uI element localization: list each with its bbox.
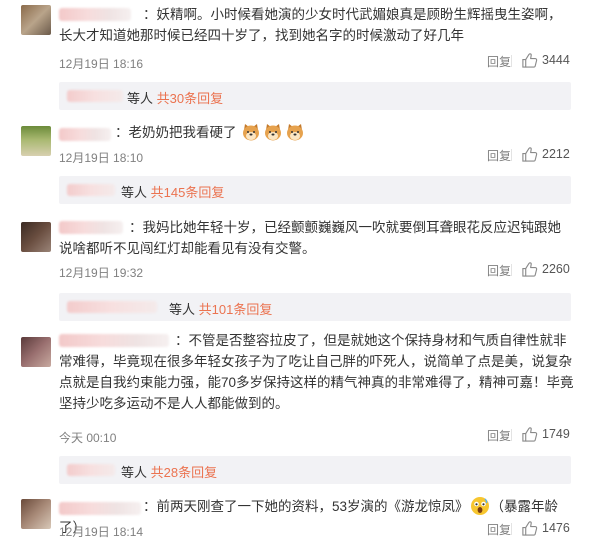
reply-button[interactable]: 回复 <box>487 262 511 279</box>
avatar[interactable] <box>21 5 51 35</box>
comment-text: ：不管是否整容拉皮了，但是就她这个保持身材和气质自律性就非常难得，毕竟现在很多年… <box>59 333 574 411</box>
more-replies-text: 等人 共101条回复 <box>169 302 273 317</box>
thumbs-up-icon <box>521 520 538 537</box>
more-replies-link[interactable]: 共145条回复 <box>151 185 225 200</box>
more-replies-text: 等人 共28条回复 <box>121 465 218 480</box>
like-count: 1749 <box>542 427 570 441</box>
comment-text: ：我妈比她年轻十岁，已经颤颤巍巍风一吹就要倒耳聋眼花反应迟钝跟她说啥都听不见闯红… <box>59 220 561 256</box>
doge-emoji-icon <box>241 122 261 142</box>
comment-actions: 回复 2260 <box>0 260 592 280</box>
reply-button[interactable]: 回复 <box>487 521 511 538</box>
replier-blurred <box>67 90 123 102</box>
more-replies-link[interactable]: 共101条回复 <box>199 302 273 317</box>
like-button[interactable]: 2260 <box>521 260 583 280</box>
more-replies-box: 等人 共28条回复 <box>59 456 571 484</box>
shocked-face-emoji-icon <box>470 496 490 516</box>
reply-button[interactable]: 回复 <box>487 427 511 444</box>
comment-actions: 回复 2212 <box>0 145 592 165</box>
like-button[interactable]: 1749 <box>521 425 583 445</box>
like-button[interactable]: 3444 <box>521 51 583 71</box>
more-replies-box: 等人 共101条回复 <box>59 293 571 321</box>
comment-text: ：老奶奶把我看硬了 <box>59 122 574 143</box>
like-count: 3444 <box>542 53 570 67</box>
thumbs-up-icon <box>521 52 538 69</box>
more-replies-text: 等人 共30条回复 <box>127 91 224 106</box>
more-replies-box: 等人 共145条回复 <box>59 176 571 204</box>
divider <box>511 429 512 441</box>
more-replies-link[interactable]: 共28条回复 <box>151 465 217 480</box>
comment-actions: 回复 1749 <box>0 425 592 445</box>
replier-blurred <box>67 301 157 313</box>
thumbs-up-icon <box>521 146 538 163</box>
like-count: 2260 <box>542 262 570 276</box>
divider <box>511 523 512 535</box>
like-button[interactable]: 2212 <box>521 145 583 165</box>
replier-blurred <box>67 464 115 476</box>
reply-button[interactable]: 回复 <box>487 147 511 164</box>
more-replies-box: 等人 共30条回复 <box>59 82 571 110</box>
divider <box>511 55 512 67</box>
doge-emoji-icon <box>263 122 283 142</box>
reply-button[interactable]: 回复 <box>487 53 511 70</box>
more-replies-text: 等人 共145条回复 <box>121 185 225 200</box>
comment-text: ：妖精啊。小时候看她演的少女时代武媚娘真是顾盼生辉摇曳生姿啊，长大才知道她那时候… <box>59 7 562 43</box>
comment-actions: 回复 3444 <box>0 51 592 71</box>
replier-blurred <box>67 184 115 196</box>
thumbs-up-icon <box>521 261 538 278</box>
like-count: 1476 <box>542 521 570 535</box>
avatar[interactable] <box>21 222 51 252</box>
divider <box>511 264 512 276</box>
more-replies-link[interactable]: 共30条回复 <box>157 91 223 106</box>
like-button[interactable]: 1476 <box>521 519 583 539</box>
doge-emoji-icon <box>285 122 305 142</box>
avatar[interactable] <box>21 337 51 367</box>
divider <box>511 149 512 161</box>
thumbs-up-icon <box>521 426 538 443</box>
like-count: 2212 <box>542 147 570 161</box>
comment-actions: 回复 1476 <box>0 519 592 539</box>
